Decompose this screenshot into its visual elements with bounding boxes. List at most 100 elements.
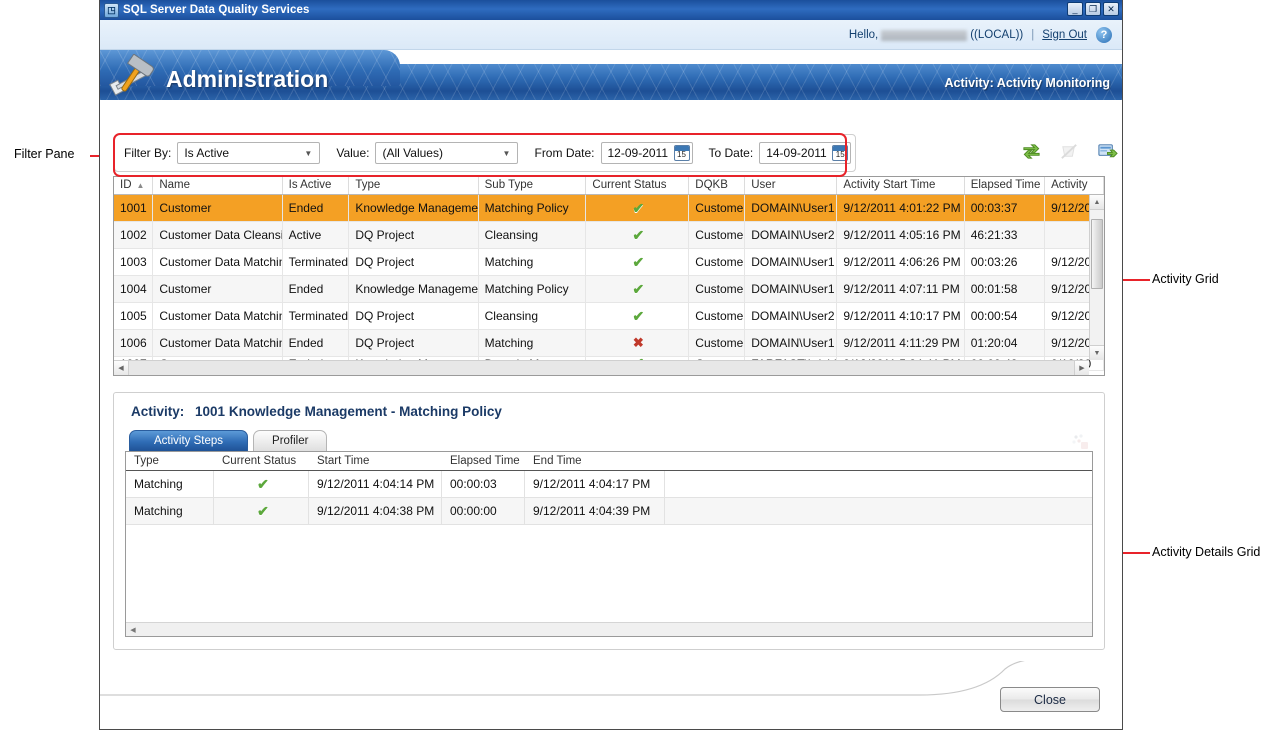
table-cell: Cleansing xyxy=(479,303,587,329)
table-cell: Customer xyxy=(689,303,745,329)
table-cell: Matching xyxy=(126,471,214,497)
table-cell: 46:21:33 xyxy=(965,222,1045,248)
table-row[interactable]: 1002Customer Data CleansingActiveDQ Proj… xyxy=(114,222,1104,249)
activity-details-grid[interactable]: TypeCurrent StatusStart TimeElapsed Time… xyxy=(125,451,1093,637)
tab-activity-steps[interactable]: Activity Steps xyxy=(129,430,248,451)
activity-grid-column-header[interactable]: DQKB xyxy=(689,177,745,194)
tab-profiler[interactable]: Profiler xyxy=(253,430,327,451)
details-tabs[interactable]: Activity Steps Profiler xyxy=(129,430,332,451)
table-row[interactable]: 1005Customer Data MatchingTerminatedDQ P… xyxy=(114,303,1104,330)
scroll-left-icon[interactable]: ◀ xyxy=(114,361,129,376)
value-label: Value: xyxy=(336,146,369,160)
scroll-down-icon[interactable]: ▼ xyxy=(1090,345,1104,360)
activity-grid-column-header[interactable]: Elapsed Time xyxy=(965,177,1045,194)
table-cell: DOMAIN\User2 xyxy=(745,222,837,248)
activity-grid-column-header[interactable]: Sub Type xyxy=(479,177,587,194)
refresh-icon[interactable] xyxy=(1020,140,1042,162)
vertical-scroll-thumb[interactable] xyxy=(1091,219,1103,289)
activity-grid-column-header[interactable]: Activity xyxy=(1045,177,1104,194)
activity-grid-body[interactable]: 1001CustomerEndedKnowledge ManagementMat… xyxy=(114,195,1104,375)
table-cell: 00:00:00 xyxy=(442,498,525,524)
filter-by-select[interactable]: Is Active ▼ xyxy=(177,142,320,164)
table-cell: Matching Policy xyxy=(479,276,587,302)
close-button[interactable]: Close xyxy=(1000,687,1100,712)
status-success-icon: ✔ xyxy=(257,503,269,520)
from-date-input[interactable]: 12-09-2011 15 xyxy=(601,142,693,164)
activity-grid-horizontal-scrollbar[interactable]: ◀ ▶ xyxy=(114,360,1089,375)
value-select[interactable]: (All Values) ▼ xyxy=(375,142,518,164)
table-cell: Customer xyxy=(153,195,282,221)
table-cell: Knowledge Management xyxy=(349,276,478,302)
status-success-icon: ✔ xyxy=(632,200,644,217)
to-date-input[interactable]: 14-09-2011 15 xyxy=(759,142,851,164)
activity-grid-column-header[interactable]: Name xyxy=(153,177,282,194)
activity-grid-column-header[interactable]: Type xyxy=(349,177,478,194)
details-grid-column-header[interactable]: Type xyxy=(126,452,214,470)
table-cell: 00:00:54 xyxy=(965,303,1045,329)
restore-button[interactable]: ❐ xyxy=(1085,2,1101,16)
table-cell: 00:03:37 xyxy=(965,195,1045,221)
table-row[interactable]: 1004CustomerEndedKnowledge ManagementMat… xyxy=(114,276,1104,303)
tools-hammer-wrench-icon xyxy=(108,54,166,100)
table-cell: 9/12/2011 4:04:38 PM xyxy=(309,498,442,524)
table-cell: DOMAIN\User1 xyxy=(745,195,837,221)
annotation-details-grid-label: Activity Details Grid xyxy=(1152,545,1260,559)
table-cell: 1006 xyxy=(114,330,153,356)
details-grid-column-header[interactable]: Elapsed Time xyxy=(442,452,525,470)
table-cell: Ended xyxy=(283,276,350,302)
table-cell: 9/12/2011 4:11:29 PM xyxy=(837,330,964,356)
annotation-activity-grid-line xyxy=(1120,279,1150,281)
details-title-prefix: Activity: xyxy=(131,404,184,419)
table-cell: 9/12/2011 4:04:39 PM xyxy=(525,498,665,524)
username-redacted xyxy=(881,30,967,41)
details-grid-column-header[interactable]: Start Time xyxy=(309,452,442,470)
table-cell: DQ Project xyxy=(349,330,478,356)
table-cell: 9/12/2011 4:04:14 PM xyxy=(309,471,442,497)
table-row[interactable]: Matching✔9/12/2011 4:04:38 PM00:00:009/1… xyxy=(126,498,1092,525)
help-icon[interactable]: ? xyxy=(1096,27,1112,43)
table-cell: Customer xyxy=(153,276,282,302)
table-row[interactable]: Matching✔9/12/2011 4:04:14 PM00:00:039/1… xyxy=(126,471,1092,498)
scroll-right-icon[interactable]: ▶ xyxy=(1074,361,1089,376)
activity-grid[interactable]: ID▲NameIs ActiveTypeSub TypeCurrent Stat… xyxy=(113,176,1105,280)
details-grid-body[interactable]: Matching✔9/12/2011 4:04:14 PM00:00:039/1… xyxy=(126,471,1092,525)
table-cell: 00:01:58 xyxy=(965,276,1045,302)
activity-grid-column-header[interactable]: User xyxy=(745,177,837,194)
activity-grid-vertical-scrollbar[interactable]: ▲ ▼ xyxy=(1089,195,1104,360)
table-cell: ✔ xyxy=(586,303,689,329)
calendar-icon[interactable]: 15 xyxy=(674,145,690,161)
window-title: SQL Server Data Quality Services xyxy=(123,4,309,16)
table-cell: 01:20:04 xyxy=(965,330,1045,356)
table-cell: Matching xyxy=(479,330,587,356)
scroll-left-icon[interactable]: ◀ xyxy=(126,623,140,637)
calendar-icon[interactable]: 15 xyxy=(832,145,848,161)
activity-grid-column-header[interactable]: Current Status xyxy=(586,177,689,194)
table-row[interactable]: 1006Customer Data MatchingEndedDQ Projec… xyxy=(114,330,1104,357)
details-grid-header[interactable]: TypeCurrent StatusStart TimeElapsed Time… xyxy=(126,452,1092,471)
sign-out-link[interactable]: Sign Out xyxy=(1042,29,1087,41)
chevron-down-icon: ▼ xyxy=(300,149,316,158)
activity-grid-column-header[interactable]: Is Active xyxy=(283,177,350,194)
details-grid-horizontal-scrollbar[interactable]: ◀ xyxy=(126,622,1092,636)
close-window-button[interactable]: ✕ xyxy=(1103,2,1119,16)
table-cell: DOMAIN\User2 xyxy=(745,303,837,329)
activity-grid-header[interactable]: ID▲NameIs ActiveTypeSub TypeCurrent Stat… xyxy=(114,177,1104,195)
annotation-filter-pane-label: Filter Pane xyxy=(14,147,74,161)
export-icon[interactable] xyxy=(1096,140,1118,162)
scroll-up-icon[interactable]: ▲ xyxy=(1090,195,1104,210)
details-grid-column-header[interactable]: End Time xyxy=(525,452,665,470)
minimize-button[interactable]: _ xyxy=(1067,2,1083,16)
table-cell: Terminated xyxy=(283,303,350,329)
details-grid-column-header[interactable]: Current Status xyxy=(214,452,309,470)
table-cell: ✔ xyxy=(214,471,309,497)
table-row[interactable]: 1001CustomerEndedKnowledge ManagementMat… xyxy=(114,195,1104,222)
table-cell: Cleansing xyxy=(479,222,587,248)
activity-grid-column-header[interactable]: ID▲ xyxy=(114,177,153,194)
separator: | xyxy=(1031,29,1034,41)
table-cell: 00:03:26 xyxy=(965,249,1045,275)
table-row[interactable]: 1003Customer Data MatchingTerminatedDQ P… xyxy=(114,249,1104,276)
window-controls: _ ❐ ✕ xyxy=(1067,2,1119,16)
footer-decoration xyxy=(100,661,1122,697)
activity-grid-column-header[interactable]: Activity Start Time xyxy=(837,177,964,194)
sort-ascending-icon: ▲ xyxy=(137,181,145,190)
